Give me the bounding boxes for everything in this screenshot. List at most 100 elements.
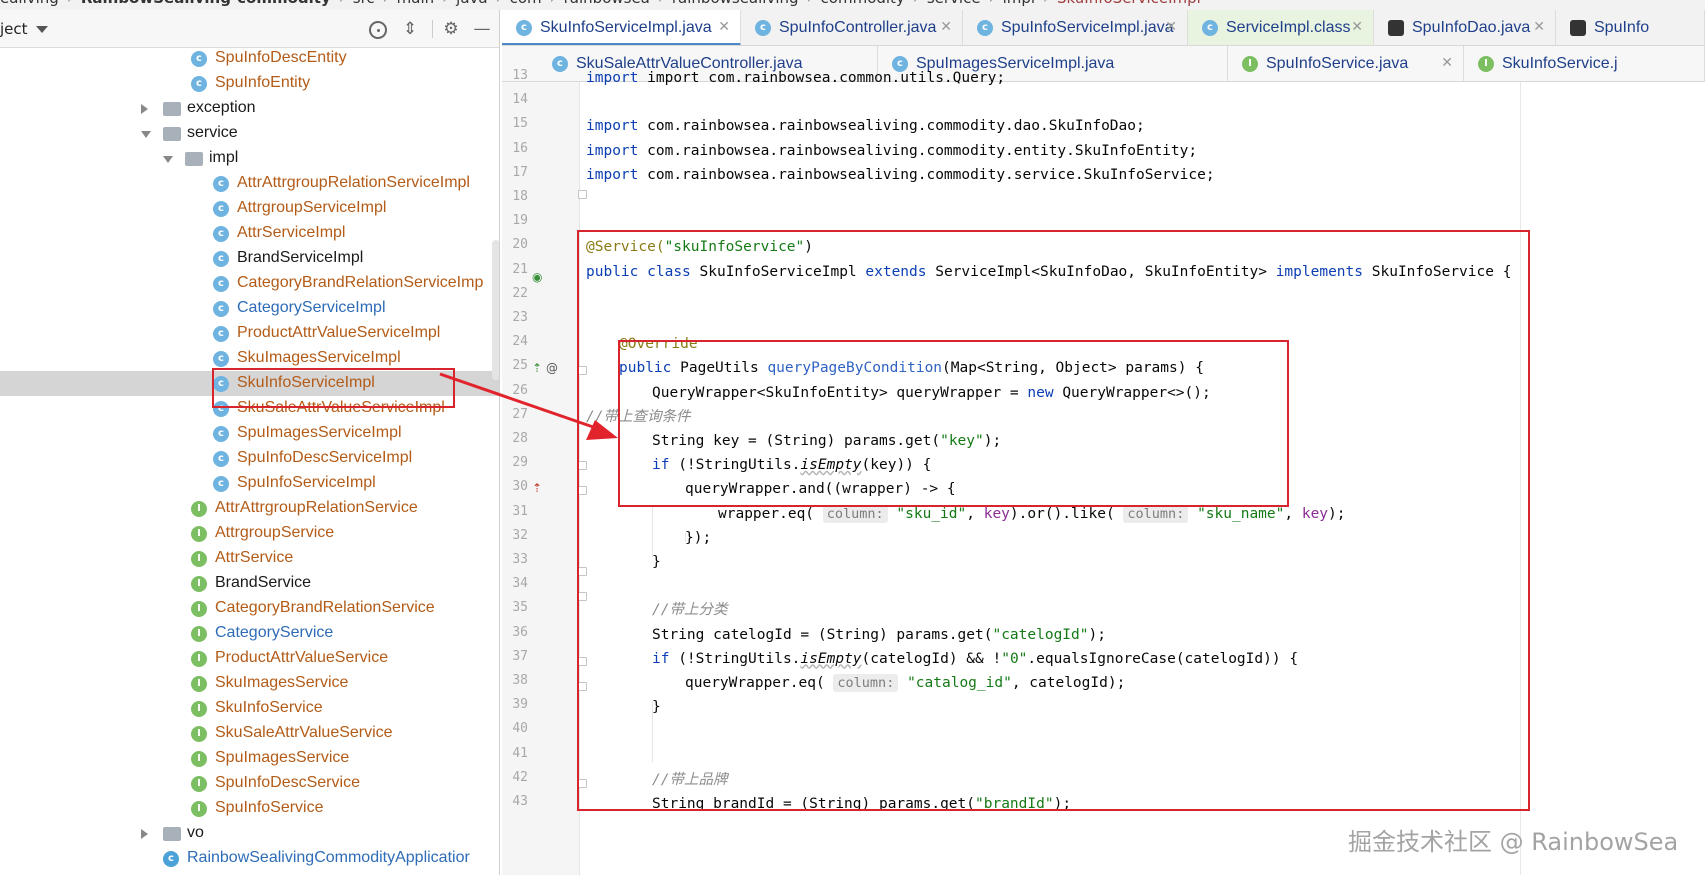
class-icon: c — [213, 426, 229, 442]
line-number: 25 — [512, 358, 528, 374]
tree-item[interactable]: c RainbowSealivingCommodityApplicatior — [0, 846, 499, 871]
editor-tab[interactable]: c ServiceImpl.class ✕ — [1188, 10, 1374, 45]
chevron-down-icon[interactable] — [141, 131, 151, 138]
tree-item[interactable]: c SpuInfoDescEntity — [0, 46, 499, 71]
tree-item[interactable]: I CategoryBrandRelationService — [0, 596, 499, 621]
editor-tab[interactable]: c SpuInfoController.java ✕ — [741, 10, 963, 45]
line-number: 24 — [512, 334, 528, 350]
tree-item[interactable]: c CategoryServiceImpl — [0, 296, 499, 321]
tree-item-label: vo — [187, 824, 204, 841]
tree-item[interactable]: I SpuInfoService — [0, 796, 499, 821]
tree-item[interactable]: I SkuImagesService — [0, 671, 499, 696]
close-icon[interactable]: ✕ — [1441, 55, 1453, 71]
breadcrumb-item[interactable]: com — [510, 0, 542, 7]
line-number: 38 — [512, 673, 528, 688]
highlight-box-method — [618, 340, 1289, 507]
breadcrumb-item[interactable]: src — [353, 0, 375, 7]
tree-item[interactable]: c AttrgroupServiceImpl — [0, 196, 499, 221]
breadcrumb-item[interactable]: rainbowsealiving — [672, 0, 799, 7]
line-number: 17 — [512, 164, 528, 180]
editor-tab[interactable]: c SpuInfoServiceImpl.java ✕ — [963, 10, 1188, 45]
chevron-down-icon[interactable] — [163, 156, 173, 163]
tree-folder[interactable]: service — [0, 121, 499, 146]
tree-item[interactable]: c AttrAttrgroupRelationServiceImpl — [0, 171, 499, 196]
dao-icon — [1570, 20, 1586, 36]
tree-item[interactable]: I BrandService — [0, 571, 499, 596]
tab-label: SpuInfoDao.java — [1412, 19, 1531, 36]
close-icon[interactable]: ✕ — [1351, 19, 1363, 35]
line-number: 40 — [512, 721, 528, 737]
tree-item[interactable]: c SpuInfoEntity — [0, 71, 499, 96]
tree-item[interactable]: c CategoryBrandRelationServiceImp — [0, 271, 499, 296]
interface-icon: I — [191, 526, 207, 542]
override-icon[interactable]: ⇡ — [532, 361, 542, 375]
chevron-down-icon[interactable] — [36, 26, 48, 33]
line-number: 19 — [512, 213, 528, 229]
tree-item-label: AttrAttrgroupRelationService — [215, 499, 418, 516]
tree-item[interactable]: I SpuImagesService — [0, 746, 499, 771]
breadcrumb-item[interactable]: service — [927, 0, 981, 7]
editor-tab[interactable]: I SpuInfoService.java ✕ — [1228, 46, 1464, 81]
override-up-icon[interactable]: ⇡ — [532, 481, 542, 495]
tree-item[interactable]: I CategoryService — [0, 621, 499, 646]
collapse-all-icon[interactable]: ⇕ — [400, 19, 420, 39]
chevron-right-icon[interactable] — [141, 829, 148, 839]
tree-item[interactable]: I ProductAttrValueService — [0, 646, 499, 671]
tree-item[interactable]: I SpuInfoDescService — [0, 771, 499, 796]
breadcrumb-item[interactable]: rainbowsea — [564, 0, 650, 7]
tree-folder[interactable]: vo — [0, 821, 499, 846]
breadcrumb-item[interactable]: RainbowSealiving-commodity — [81, 0, 331, 7]
tree-item[interactable]: c AttrServiceImpl — [0, 221, 499, 246]
breadcrumb-item[interactable]: commodity — [821, 0, 905, 7]
tree-item[interactable]: c SpuInfoDescServiceImpl — [0, 446, 499, 471]
class-icon: c — [1202, 20, 1218, 36]
tree-item-label: AttrAttrgroupRelationServiceImpl — [237, 174, 470, 191]
tree-item[interactable]: I SkuSaleAttrValueService — [0, 721, 499, 746]
tree-item[interactable]: I AttrAttrgroupRelationService — [0, 496, 499, 521]
breadcrumb-item[interactable]: java — [456, 0, 487, 7]
tree-item[interactable]: I SkuInfoService — [0, 696, 499, 721]
breadcrumb-item[interactable]: ealiving — [0, 0, 59, 7]
close-icon[interactable]: ✕ — [1533, 19, 1545, 35]
editor-tab[interactable]: c SkuInfoServiceImpl.java ✕ — [502, 10, 741, 45]
close-icon[interactable]: ✕ — [940, 19, 952, 35]
tree-item-label: SpuInfoDescService — [215, 774, 360, 791]
chevron-right-icon[interactable] — [141, 104, 148, 114]
tree-item[interactable]: c SpuImagesServiceImpl — [0, 421, 499, 446]
breadcrumb-separator-icon: › — [989, 0, 995, 7]
tree-item-label: SpuInfoDescEntity — [215, 49, 347, 66]
project-panel-title[interactable]: ject — [0, 20, 28, 38]
close-icon[interactable]: ✕ — [718, 19, 730, 35]
class-icon: c — [163, 851, 179, 867]
tree-item[interactable]: c SpuInfoServiceImpl — [0, 471, 499, 496]
tree-item[interactable]: I AttrService — [0, 546, 499, 571]
close-icon[interactable]: ✕ — [1165, 19, 1177, 35]
editor-tab[interactable]: SpuInfoDao.java ✕ — [1374, 10, 1556, 45]
class-icon: c — [213, 276, 229, 292]
line-number: 16 — [512, 140, 528, 156]
tree-folder[interactable]: exception — [0, 96, 499, 121]
breadcrumb-separator-icon: › — [339, 0, 345, 7]
tab-label: ServiceImpl.class — [1226, 19, 1351, 36]
tree-item-label: CategoryService — [215, 624, 334, 641]
minimize-icon[interactable]: — — [472, 19, 492, 39]
editor-tab[interactable]: I SkuInfoService.j — [1464, 46, 1705, 81]
implemented-icon[interactable]: ◉ — [532, 270, 542, 284]
tree-item[interactable]: I AttrgroupService — [0, 521, 499, 546]
tree-item[interactable]: c BrandServiceImpl — [0, 246, 499, 271]
locate-icon[interactable] — [369, 21, 387, 39]
tree-folder[interactable]: impl — [0, 146, 499, 171]
editor-tab[interactable]: SpuInfo — [1556, 10, 1705, 45]
tree-scrollbar[interactable] — [492, 240, 499, 380]
breadcrumb-item[interactable]: SkuInfoServiceImpl — [1057, 0, 1201, 7]
breadcrumb-item[interactable]: main — [397, 0, 434, 7]
tree-item[interactable]: c ProductAttrValueServiceImpl — [0, 321, 499, 346]
gear-icon[interactable]: ⚙ — [441, 19, 461, 39]
breadcrumb-item[interactable]: impl — [1003, 0, 1035, 7]
line-number: 41 — [512, 745, 528, 761]
annotation-icon[interactable]: @ — [546, 361, 558, 375]
tab-label: SpuInfo — [1594, 19, 1650, 36]
breadcrumb: ealiving › RainbowSealiving-commodity › src ›… — [0, 0, 1705, 10]
breadcrumb-separator-icon: › — [383, 0, 389, 7]
line-number: 36 — [512, 624, 528, 640]
